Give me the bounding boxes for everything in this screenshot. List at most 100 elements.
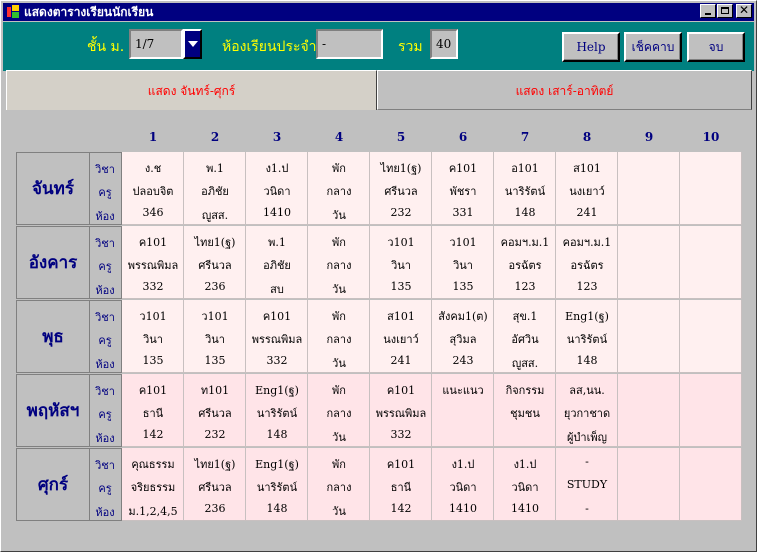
timetable-cell[interactable] bbox=[618, 226, 680, 299]
timetable-cell[interactable]: Eng1(ฐ) นาริรัตน์ 148 bbox=[556, 300, 618, 373]
timetable-cell[interactable] bbox=[680, 152, 742, 225]
cell-subject: พัก bbox=[332, 236, 346, 249]
timetable-cell[interactable]: ง.ช ปลอบจิต 346 bbox=[122, 152, 184, 225]
minimize-button[interactable] bbox=[700, 4, 716, 18]
timetable-cell[interactable]: Eng1(ฐ) นาริรัตน์ 148 bbox=[246, 448, 308, 521]
exit-button[interactable]: จบ bbox=[687, 32, 745, 62]
cell-subject: ว101 bbox=[449, 236, 477, 249]
timetable-cell[interactable]: คุณธรรม จริยธรรม ม.1,2,4,5 bbox=[122, 448, 184, 521]
cell-subject: ค101 bbox=[386, 458, 416, 471]
timetable-cell[interactable]: คอมฯ.ม.1 อรฉัตร 123 bbox=[494, 226, 556, 299]
period-header: 8 bbox=[582, 130, 592, 144]
timetable-cell[interactable] bbox=[680, 448, 742, 521]
timetable-cell[interactable]: ส101 นงเยาว์ 241 bbox=[556, 152, 618, 225]
timetable-cell[interactable]: Eng1(ฐ) นาริรัตน์ 148 bbox=[246, 374, 308, 447]
timetable-cell[interactable]: แนะแนว bbox=[432, 374, 494, 447]
day-label: จันทร์ bbox=[16, 152, 90, 225]
timetable-cell[interactable]: พ.1 อภิชัย ญูสส. bbox=[184, 152, 246, 225]
timetable-cell[interactable]: พัก กลาง วัน bbox=[308, 152, 370, 225]
timetable-cell[interactable]: พัก กลาง วัน bbox=[308, 448, 370, 521]
timetable-cell[interactable] bbox=[680, 226, 742, 299]
close-window-button[interactable]: ✕ bbox=[736, 3, 752, 18]
cell-teacher: ศรีนวล bbox=[198, 407, 232, 420]
cell-teacher: นงเยาว์ bbox=[569, 185, 605, 198]
row-kind-label: วิชา bbox=[95, 163, 115, 176]
timetable-cell[interactable]: ท101 ศรีนวล 232 bbox=[184, 374, 246, 447]
app-icon[interactable] bbox=[6, 5, 20, 19]
timetable-cell[interactable] bbox=[680, 300, 742, 373]
timetable-cell[interactable]: ง1.ป วนิดา 1410 bbox=[432, 448, 494, 521]
cell-room: 332 bbox=[142, 280, 164, 293]
cell-room: 148 bbox=[514, 206, 536, 219]
help-button[interactable]: Help bbox=[562, 32, 620, 62]
cell-room: สบ bbox=[270, 283, 284, 296]
title-bar[interactable]: แสดงตารางเรียนนักเรียน ✕ bbox=[3, 3, 754, 21]
row-kind-label: วิชา bbox=[95, 237, 115, 250]
timetable-cell[interactable]: ค101 พรรณพิมล 332 bbox=[246, 300, 308, 373]
timetable-cell[interactable]: ค101 พรรณพิมล 332 bbox=[122, 226, 184, 299]
grade-dropdown-button[interactable] bbox=[183, 29, 202, 59]
timetable-cell[interactable]: ว101 วินา 135 bbox=[432, 226, 494, 299]
timetable-cell[interactable]: กิจกรรม ชุมชน bbox=[494, 374, 556, 447]
cell-room: 243 bbox=[452, 354, 474, 367]
window-title: แสดงตารางเรียนนักเรียน bbox=[24, 4, 154, 19]
cell-teacher: วนิดา bbox=[263, 185, 291, 198]
timetable-cell[interactable]: สังคม1(ต) สุวิมล 243 bbox=[432, 300, 494, 373]
timetable-cell[interactable]: ค101 ธานี 142 bbox=[370, 448, 432, 521]
timetable-cell[interactable]: ว101 วินา 135 bbox=[184, 300, 246, 373]
timetable-cell[interactable]: ไทย1(ฐ) ศรีนวล 236 bbox=[184, 226, 246, 299]
timetable-cell[interactable]: ว101 วินา 135 bbox=[122, 300, 184, 373]
timetable-cell[interactable]: ง1.ป วนิดา 1410 bbox=[494, 448, 556, 521]
day-row: จันทร์ วิชา ครู ห้อง ง.ช ปลอบจิต 346 พ.1 อภิชัยญ… bbox=[16, 152, 742, 225]
cell-teacher: กลาง bbox=[326, 185, 352, 198]
grade-select[interactable]: 1/7 bbox=[129, 29, 183, 59]
row-kind-labels: วิชา ครู ห้อง bbox=[90, 152, 122, 225]
timetable-cell[interactable]: ค101 พัชรา 331 bbox=[432, 152, 494, 225]
cell-room: 241 bbox=[576, 206, 598, 219]
timetable-cell[interactable]: คอมฯ.ม.1 อรฉัตร 123 bbox=[556, 226, 618, 299]
cell-subject: ค101 bbox=[262, 310, 292, 323]
total-field[interactable]: 40 bbox=[430, 29, 458, 59]
timetable-cell[interactable] bbox=[618, 152, 680, 225]
timetable-cell[interactable]: ว101 วินา 135 bbox=[370, 226, 432, 299]
cell-teacher: พรรณพิมล bbox=[251, 333, 303, 346]
timetable-cell[interactable]: ค101 ธานี 142 bbox=[122, 374, 184, 447]
timetable-cell[interactable]: อ101 นาริรัตน์ 148 bbox=[494, 152, 556, 225]
timetable-cell[interactable]: ส101 นงเยาว์ 241 bbox=[370, 300, 432, 373]
tab-weekend[interactable]: แสดง เสาร์-อาทิตย์ bbox=[377, 70, 752, 110]
timetable-cell[interactable]: ค101 พรรณพิมล 332 bbox=[370, 374, 432, 447]
row-kind-label: ครู bbox=[98, 260, 112, 273]
period-header: 9 bbox=[644, 130, 654, 144]
cell-room: 123 bbox=[514, 280, 536, 293]
check-period-button[interactable]: เช็คคาบ bbox=[624, 32, 682, 62]
timetable-cell[interactable]: พัก กลาง วัน bbox=[308, 374, 370, 447]
cell-teacher: ยุวกาชาด bbox=[563, 407, 611, 420]
homeroom-field[interactable]: - bbox=[316, 29, 383, 59]
maximize-button[interactable] bbox=[717, 4, 733, 18]
timetable-cell[interactable]: - STUDY - bbox=[556, 448, 618, 521]
timetable-cell[interactable]: ลส,นน. ยุวกาชาด ผู้บำเพ็ญ bbox=[556, 374, 618, 447]
timetable-cell[interactable]: สุข.1 อัศวิน ญูสส. bbox=[494, 300, 556, 373]
cell-teacher: วินา bbox=[143, 333, 163, 346]
cell-teacher: นงเยาว์ bbox=[383, 333, 419, 346]
timetable-cell[interactable] bbox=[680, 374, 742, 447]
timetable-cell[interactable]: พัก กลาง วัน bbox=[308, 226, 370, 299]
period-header: 1 bbox=[148, 130, 158, 144]
cell-room: วัน bbox=[332, 505, 346, 518]
cell-subject: ลส,นน. bbox=[569, 384, 605, 397]
day-label: ศุกร์ bbox=[16, 448, 90, 521]
timetable-cell[interactable]: ไทย1(ฐ) ศรีนวล 236 bbox=[184, 448, 246, 521]
timetable-cell[interactable]: พ.1 อภิชัย สบ bbox=[246, 226, 308, 299]
timetable-cell[interactable] bbox=[618, 300, 680, 373]
timetable-cell[interactable] bbox=[618, 374, 680, 447]
day-row: อังคาร วิชา ครู ห้อง ค101 พรรณพิมล 332 ไทย1(ฐ) ศ… bbox=[16, 226, 742, 299]
timetable-cell[interactable]: ง1.ป วนิดา 1410 bbox=[246, 152, 308, 225]
timetable-cell[interactable]: พัก กลาง วัน bbox=[308, 300, 370, 373]
timetable-cell[interactable]: ไทย1(ฐ) ศรีนวล 232 bbox=[370, 152, 432, 225]
cell-teacher: STUDY bbox=[566, 478, 608, 491]
cell-subject: พ.1 bbox=[268, 236, 286, 249]
tab-weekdays[interactable]: แสดง จันทร์-ศุกร์ bbox=[6, 70, 377, 110]
row-kind-label: ครู bbox=[98, 408, 112, 421]
cell-subject: ว101 bbox=[201, 310, 229, 323]
timetable-cell[interactable] bbox=[618, 448, 680, 521]
